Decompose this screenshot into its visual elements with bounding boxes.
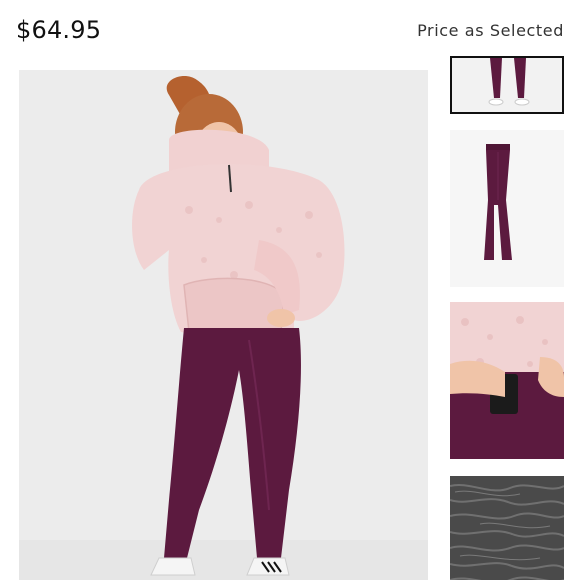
thumbnail-fabric-texture[interactable]: [450, 476, 564, 580]
product-gallery: $64.95 Price as Selected: [0, 0, 580, 580]
thumbnail-pocket-detail[interactable]: [450, 302, 564, 459]
thumbnail-strip: [450, 0, 566, 580]
thumbnail-full-outfit[interactable]: [450, 56, 564, 114]
product-price: $64.95: [16, 16, 102, 44]
main-product-image[interactable]: [19, 70, 428, 580]
thumbnail-legging-flat[interactable]: [450, 130, 564, 287]
